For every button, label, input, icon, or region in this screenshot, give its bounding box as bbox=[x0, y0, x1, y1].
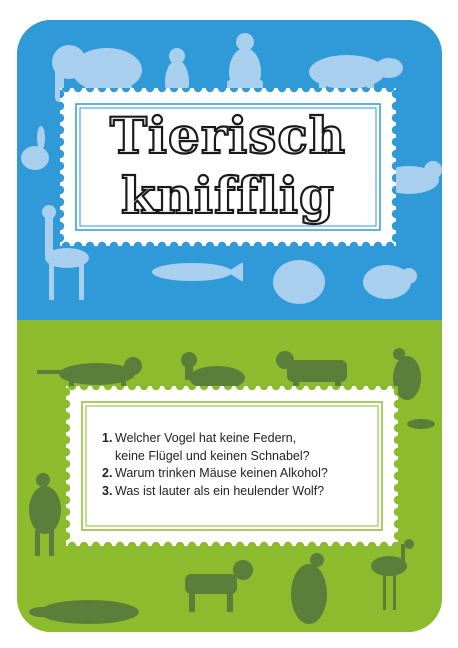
platypus-icon bbox=[29, 600, 139, 624]
fish-icon bbox=[152, 262, 243, 282]
vulture-icon bbox=[291, 553, 327, 624]
rabbit-icon bbox=[21, 126, 49, 170]
question-list: 1. Welcher Vogel hat keine Federn, keine … bbox=[102, 430, 392, 500]
question-number: 2. bbox=[102, 466, 113, 480]
title-stamp: Tierisch knifflig bbox=[60, 88, 396, 246]
monkey-icon bbox=[363, 265, 417, 299]
questions-stamp: 1. Welcher Vogel hat keine Federn, keine … bbox=[66, 386, 398, 546]
dog-icon bbox=[185, 560, 253, 612]
question-text-continued: keine Flügel und keinen Schnabel? bbox=[115, 448, 310, 463]
heron-icon bbox=[371, 539, 414, 610]
lizard-icon bbox=[407, 419, 435, 429]
duck-icon bbox=[181, 352, 245, 390]
question-1: 1. Welcher Vogel hat keine Federn, keine … bbox=[102, 430, 392, 465]
title-line-1: Tierisch bbox=[109, 105, 347, 166]
question-3: 3. Was ist lauter als ein heulender Wolf? bbox=[102, 483, 392, 501]
title-line-2: knifflig bbox=[120, 165, 335, 226]
hippo-icon bbox=[273, 260, 325, 304]
question-2: 2. Warum trinken Mäuse keinen Alkohol? bbox=[102, 465, 392, 483]
question-number: 3. bbox=[102, 483, 113, 498]
question-text: Welcher Vogel hat keine Federn, bbox=[115, 431, 297, 445]
deer-icon bbox=[29, 473, 61, 556]
question-number: 1. bbox=[102, 431, 113, 445]
question-text: Warum trinken Mäuse keinen Alkohol? bbox=[115, 466, 328, 480]
question-text: Was ist lauter als ein heulender Wolf? bbox=[115, 483, 325, 498]
